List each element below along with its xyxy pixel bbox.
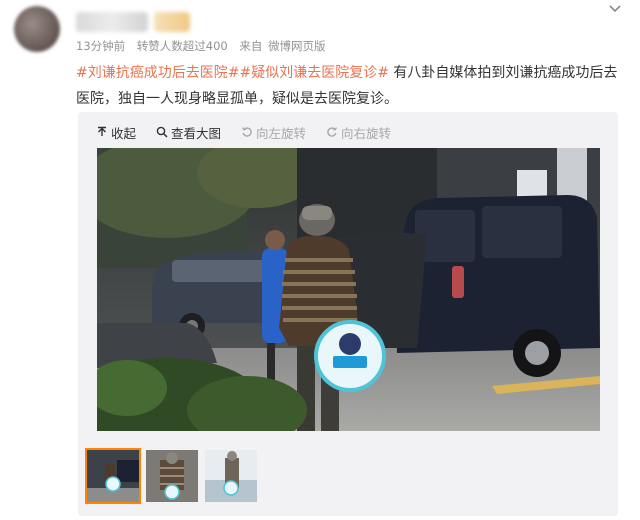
magnifier-icon bbox=[156, 126, 168, 138]
thumbnail-2[interactable] bbox=[146, 450, 198, 502]
view-large-button[interactable]: 查看大图 bbox=[156, 123, 221, 142]
author-name-blurred[interactable] bbox=[76, 12, 148, 32]
main-photo[interactable] bbox=[97, 148, 600, 431]
user-badge-blurred bbox=[154, 12, 190, 32]
media-card: 收起 查看大图 向左旋转 向右旋转 bbox=[78, 112, 618, 516]
thumbnail-strip bbox=[85, 448, 264, 504]
thumbnail-1[interactable] bbox=[85, 448, 141, 504]
post-text: #刘谦抗癌成功后去医院##疑似刘谦去医院复诊# 有八卦自媒体拍到刘谦抗癌成功后去… bbox=[76, 60, 626, 112]
post-time[interactable]: 13分钟前 bbox=[76, 39, 125, 53]
collapse-arrow-icon bbox=[98, 126, 106, 136]
post-meta: 13分钟前 转赞人数超过400 来自 微博网页版 bbox=[76, 38, 334, 54]
rotate-right-label: 向右旋转 bbox=[341, 125, 392, 141]
chevron-down-icon[interactable] bbox=[608, 2, 622, 16]
collapse-label: 收起 bbox=[111, 125, 137, 141]
street-photo-scene bbox=[97, 148, 600, 431]
rotate-left-icon bbox=[241, 127, 252, 137]
repost-count: 转赞人数超过400 bbox=[136, 39, 228, 53]
topic-link-1[interactable]: #刘谦抗癌成功后去医院# bbox=[76, 65, 239, 81]
author-avatar[interactable] bbox=[14, 6, 60, 52]
view-large-label: 查看大图 bbox=[171, 125, 222, 141]
post-source[interactable]: 微博网页版 bbox=[268, 39, 326, 53]
topic-link-2[interactable]: #疑似刘谦去医院复诊# bbox=[239, 65, 388, 81]
thumbnail-3[interactable] bbox=[205, 450, 257, 502]
media-toolbar: 收起 查看大图 向左旋转 向右旋转 bbox=[96, 122, 411, 142]
rotate-left-label: 向左旋转 bbox=[256, 125, 307, 141]
rotate-right-button[interactable]: 向右旋转 bbox=[326, 123, 391, 142]
collapse-button[interactable]: 收起 bbox=[96, 123, 136, 142]
source-prefix: 来自 bbox=[239, 39, 263, 53]
rotate-right-icon bbox=[327, 127, 338, 137]
rotate-left-button[interactable]: 向左旋转 bbox=[241, 123, 306, 142]
